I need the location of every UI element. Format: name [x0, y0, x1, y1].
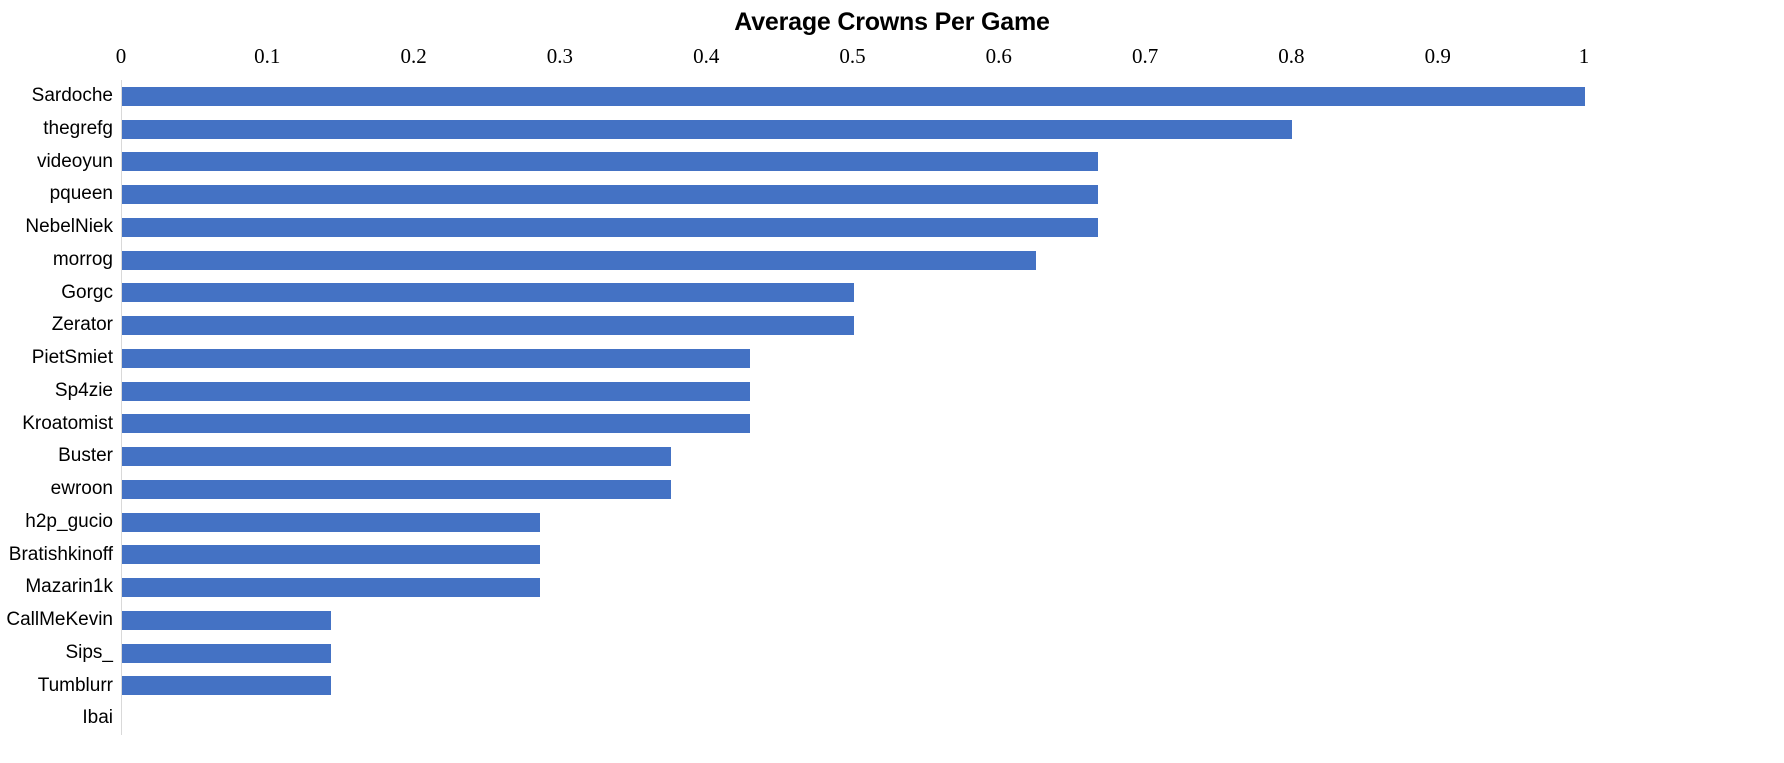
category-label: Buster [58, 445, 113, 467]
plot-area [121, 80, 1585, 735]
category-label: Sp4zie [54, 379, 113, 401]
category-label: morrog [52, 248, 113, 270]
x-tick-label: 0 [115, 44, 127, 68]
value-axis-line [121, 80, 122, 735]
x-tick-label: 0.6 [985, 44, 1012, 68]
x-tick-label: 0.3 [546, 44, 574, 68]
x-tick-label: 0.4 [693, 44, 720, 68]
category-label: Sardoche [31, 85, 113, 106]
category-label: Zerator [51, 314, 113, 336]
bar[interactable] [122, 348, 750, 368]
bar[interactable] [122, 643, 332, 663]
x-tick-label: 0.1 [254, 44, 281, 68]
bar[interactable] [122, 86, 1585, 106]
x-tick-label: 0.5 [839, 44, 866, 68]
bar[interactable] [122, 545, 541, 565]
category-label: h2p_gucio [25, 510, 113, 532]
bar[interactable] [122, 447, 671, 467]
bar[interactable] [122, 578, 541, 598]
category-label: PietSmiet [31, 347, 113, 368]
chart-title: Average Crowns Per Game [734, 8, 1050, 36]
bar[interactable] [122, 414, 750, 434]
category-label: pqueen [49, 183, 113, 205]
bar[interactable] [122, 283, 854, 303]
category-label: Bratishkinoff [8, 543, 113, 565]
bar[interactable] [122, 676, 332, 696]
category-label: Gorgc [61, 281, 113, 303]
x-tick-label: 0.2 [400, 44, 427, 68]
bar[interactable] [122, 152, 1098, 172]
bar[interactable] [122, 185, 1098, 205]
bar[interactable] [122, 610, 332, 630]
bar[interactable] [122, 479, 671, 499]
bar[interactable] [122, 512, 541, 532]
bar[interactable] [122, 316, 854, 336]
bar[interactable] [122, 250, 1037, 270]
category-label: Kroatomist [22, 412, 113, 434]
bar-chart: Average Crowns Per Game 0 0.1 0.2 0.3 0.4 0.5… [0, 0, 1784, 763]
category-label: thegrefg [43, 117, 113, 139]
x-tick-label: 1 [1578, 44, 1590, 68]
bar[interactable] [122, 119, 1293, 139]
x-tick-label: 0.7 [1131, 44, 1159, 68]
x-tick-label: 0.8 [1278, 44, 1305, 68]
category-label: Sips_ [65, 641, 113, 663]
category-label: Tumblurr [37, 674, 113, 696]
category-label: ewroon [50, 478, 113, 499]
category-axis-labels: Sardoche thegrefg videoyun pqueen NebelNiek m… [0, 80, 113, 735]
category-label: Ibai [82, 707, 113, 729]
category-label: videoyun [36, 150, 113, 172]
category-label: NebelNiek [25, 216, 113, 237]
category-label: Mazarin1k [25, 576, 113, 598]
category-label: CallMeKevin [6, 609, 113, 630]
bar[interactable] [122, 217, 1098, 237]
bar[interactable] [122, 381, 750, 401]
x-axis-tick-labels: 0 0.1 0.2 0.3 0.4 0.5 0.6 0.7 0.8 0.9 1 [0, 44, 1784, 74]
x-tick-label: 0.9 [1424, 44, 1451, 68]
